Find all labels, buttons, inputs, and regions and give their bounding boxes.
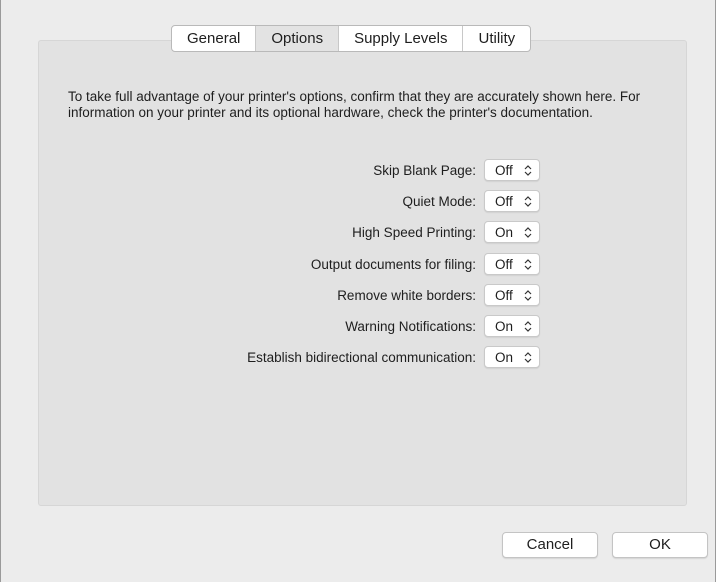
option-select[interactable]: Off bbox=[484, 284, 540, 306]
option-select[interactable]: On bbox=[484, 221, 540, 243]
options-description: To take full advantage of your printer's… bbox=[68, 89, 641, 120]
option-select[interactable]: Off bbox=[484, 159, 540, 181]
option-row: High Speed Printing: On bbox=[1, 221, 716, 245]
up-down-chevron-icon bbox=[524, 227, 532, 238]
option-label: High Speed Printing: bbox=[352, 225, 476, 240]
up-down-chevron-icon bbox=[524, 165, 532, 176]
option-label: Warning Notifications: bbox=[345, 319, 476, 334]
option-select-value: Off bbox=[495, 288, 513, 303]
tab-bar: General Options Supply Levels Utility bbox=[171, 25, 532, 52]
option-row: Output documents for filing: Off bbox=[1, 253, 716, 277]
option-label: Output documents for filing: bbox=[310, 257, 476, 272]
option-select-value: On bbox=[495, 319, 514, 334]
option-select-value: On bbox=[495, 350, 514, 365]
option-row: Warning Notifications: On bbox=[1, 315, 716, 339]
tab-options[interactable]: Options bbox=[256, 26, 340, 51]
option-select-value: Off bbox=[495, 257, 513, 272]
tab-general[interactable]: General bbox=[172, 26, 257, 51]
up-down-chevron-icon bbox=[524, 196, 532, 207]
option-select-value: On bbox=[495, 225, 514, 240]
ok-button[interactable]: OK bbox=[612, 532, 708, 558]
option-row: Skip Blank Page: Off bbox=[1, 159, 716, 183]
option-select[interactable]: On bbox=[484, 346, 540, 368]
option-select-value: Off bbox=[495, 194, 513, 209]
option-select[interactable]: Off bbox=[484, 190, 540, 212]
option-label: Remove white borders: bbox=[337, 288, 476, 303]
up-down-chevron-icon bbox=[524, 321, 532, 332]
option-row: Quiet Mode: Off bbox=[1, 190, 716, 214]
option-row: Remove white borders: Off bbox=[1, 284, 716, 308]
tab-supply-levels[interactable]: Supply Levels bbox=[339, 26, 464, 51]
printer-options-dialog: General Options Supply Levels Utility To… bbox=[0, 0, 716, 582]
option-select-value: Off bbox=[495, 163, 513, 178]
up-down-chevron-icon bbox=[524, 352, 532, 363]
option-row: Establish bidirectional communication: On bbox=[1, 346, 716, 370]
up-down-chevron-icon bbox=[524, 290, 532, 301]
option-label: Skip Blank Page: bbox=[373, 163, 476, 178]
tab-utility[interactable]: Utility bbox=[463, 26, 530, 51]
option-label: Quiet Mode: bbox=[402, 194, 476, 209]
option-select[interactable]: On bbox=[484, 315, 540, 337]
cancel-button[interactable]: Cancel bbox=[502, 532, 598, 558]
option-label: Establish bidirectional communication: bbox=[247, 350, 476, 365]
option-select[interactable]: Off bbox=[484, 253, 540, 275]
up-down-chevron-icon bbox=[524, 259, 532, 270]
